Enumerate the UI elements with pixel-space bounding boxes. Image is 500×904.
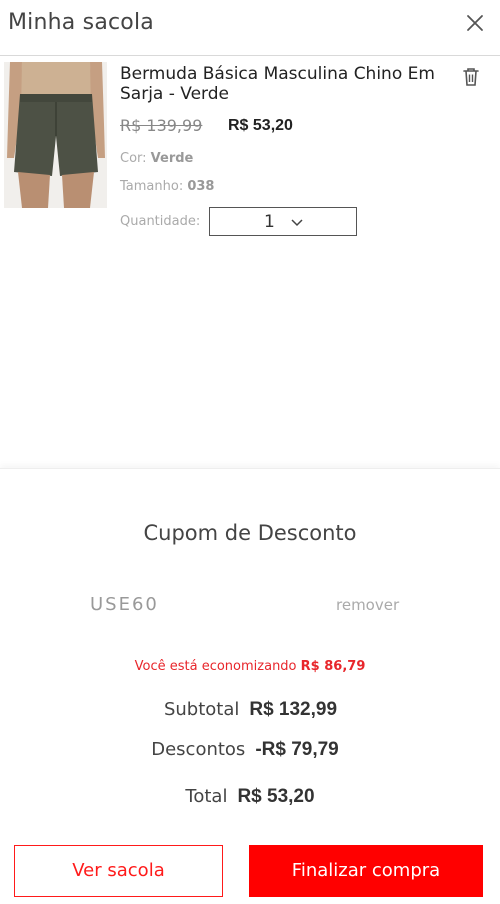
discount-value: -R$ 79,79 [255, 739, 339, 760]
quantity-label: Quantidade: [120, 214, 201, 229]
order-summary: Cupom de Desconto USE60 remover Você est… [0, 468, 500, 904]
original-price: R$ 139,99 [120, 116, 203, 135]
quantity-select[interactable]: 1 [209, 207, 357, 236]
discount-label: Descontos [151, 739, 246, 760]
remove-coupon-link[interactable]: remover [336, 596, 399, 614]
size-value: 038 [187, 179, 215, 194]
product-image[interactable] [4, 62, 107, 208]
coupon-code: USE60 [90, 594, 159, 615]
color-label: Cor: [120, 151, 147, 166]
size-attribute: Tamanho: 038 [120, 179, 214, 194]
checkout-button[interactable]: Finalizar compra [249, 845, 483, 897]
view-bag-button[interactable]: Ver sacola [14, 845, 223, 897]
cart-title: Minha sacola [8, 10, 154, 35]
savings-value: R$ 86,79 [300, 659, 366, 674]
quantity-value: 1 [264, 212, 275, 232]
sale-price: R$ 53,20 [228, 117, 293, 134]
subtotal-value: R$ 132,99 [249, 699, 338, 720]
total-label: Total [185, 786, 228, 807]
total-row: Total R$ 53,20 [0, 786, 500, 808]
total-value: R$ 53,20 [237, 786, 315, 807]
savings-text: Você está economizando [134, 659, 297, 674]
cart-header: Minha sacola [0, 0, 500, 56]
product-name[interactable]: Bermuda Básica Masculina Chino Em Sarja … [120, 64, 450, 104]
size-label: Tamanho: [120, 179, 184, 194]
savings-message: Você está economizando R$ 86,79 [0, 659, 500, 674]
trash-icon[interactable] [461, 66, 481, 88]
discount-row: Descontos -R$ 79,79 [0, 739, 495, 761]
subtotal-row: Subtotal R$ 132,99 [0, 699, 500, 721]
close-icon[interactable] [464, 12, 486, 34]
coupon-title: Cupom de Desconto [143, 521, 357, 545]
chevron-down-icon [290, 216, 304, 228]
color-attribute: Cor: Verde [120, 151, 193, 166]
subtotal-label: Subtotal [163, 699, 240, 720]
color-value: Verde [150, 151, 194, 166]
